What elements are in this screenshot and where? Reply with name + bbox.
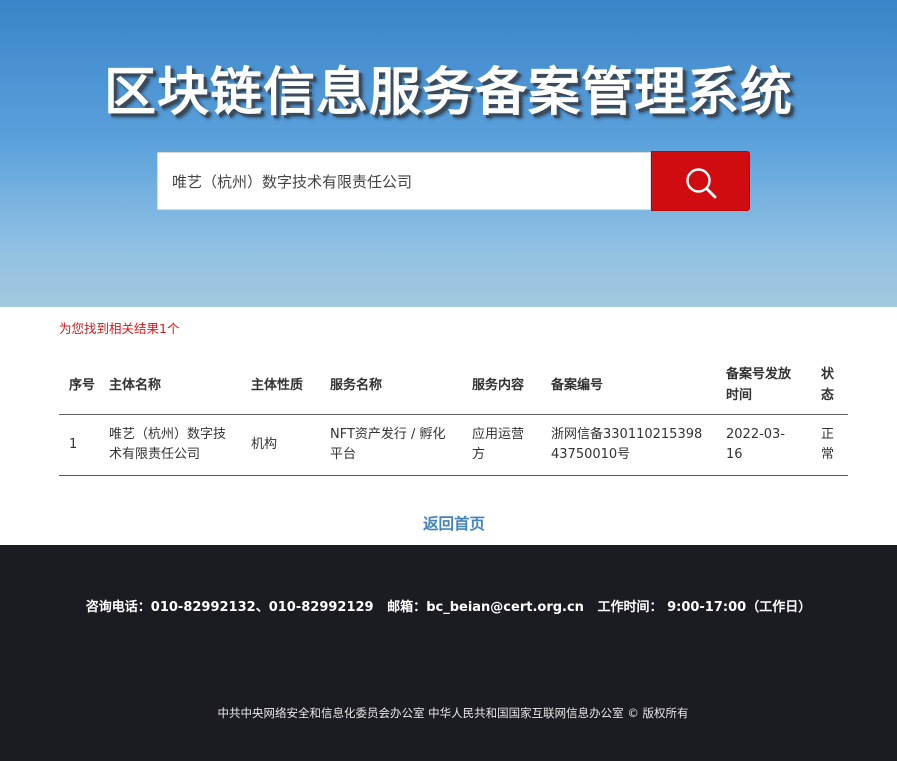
header-banner: 区块链信息服务备案管理系统 (0, 0, 897, 307)
hours-value: 9:00-17:00（工作日） (667, 600, 812, 615)
table-header-row: 序号 主体名称 主体性质 服务名称 服务内容 备案编号 备案号发放时间 状态 (59, 356, 848, 415)
back-home-link[interactable]: 返回首页 (0, 512, 897, 534)
email-value: bc_beian@cert.org.cn (426, 600, 584, 615)
email-label: 邮箱： (387, 600, 427, 615)
footer-contact-info: 咨询电话：010-82992132、010-82992129 邮箱：bc_bei… (0, 596, 897, 615)
column-header-service-content: 服务内容 (462, 356, 541, 415)
phone-value: 010-82992132、010-82992129 (150, 600, 374, 615)
cell-entity-name: 唯艺（杭州）数字技术有限责任公司 (99, 414, 241, 476)
cell-service-content: 应用运营方 (462, 414, 541, 476)
table-row: 1 唯艺（杭州）数字技术有限责任公司 机构 NFT资产发行 / 孵化平台 应用运… (59, 414, 848, 476)
result-summary: 为您找到相关结果1个 (59, 321, 180, 336)
search-icon (686, 168, 717, 199)
cell-status: 正常 (811, 414, 848, 476)
column-header-entity-name: 主体名称 (99, 356, 241, 415)
column-header-entity-type: 主体性质 (241, 356, 320, 415)
cell-service-name: NFT资产发行 / 孵化平台 (320, 414, 462, 476)
footer-copyright: 中共中央网络安全和信息化委员会办公室 中华人民共和国国家互联网信息办公室 © 版… (217, 706, 689, 720)
cell-issue-date: 2022-03-16 (716, 414, 811, 476)
column-header-issue-date: 备案号发放时间 (716, 356, 811, 415)
column-header-status: 状态 (811, 356, 848, 415)
results-table: 序号 主体名称 主体性质 服务名称 服务内容 备案编号 备案号发放时间 状态 1… (59, 356, 848, 476)
search-input[interactable] (157, 152, 651, 210)
hours-label: 工作时间： (597, 600, 663, 615)
page-title: 区块链信息服务备案管理系统 (103, 63, 793, 123)
column-header-record-number: 备案编号 (541, 356, 716, 415)
search-button[interactable] (651, 151, 750, 211)
cell-record-number: 浙网信备33011021539843750010号 (541, 414, 716, 476)
phone-label: 咨询电话： (85, 600, 151, 615)
column-header-index: 序号 (59, 356, 99, 415)
cell-entity-type: 机构 (241, 414, 320, 476)
column-header-service-name: 服务名称 (320, 356, 462, 415)
footer: 咨询电话：010-82992132、010-82992129 邮箱：bc_bei… (0, 545, 897, 761)
cell-index: 1 (59, 414, 99, 476)
